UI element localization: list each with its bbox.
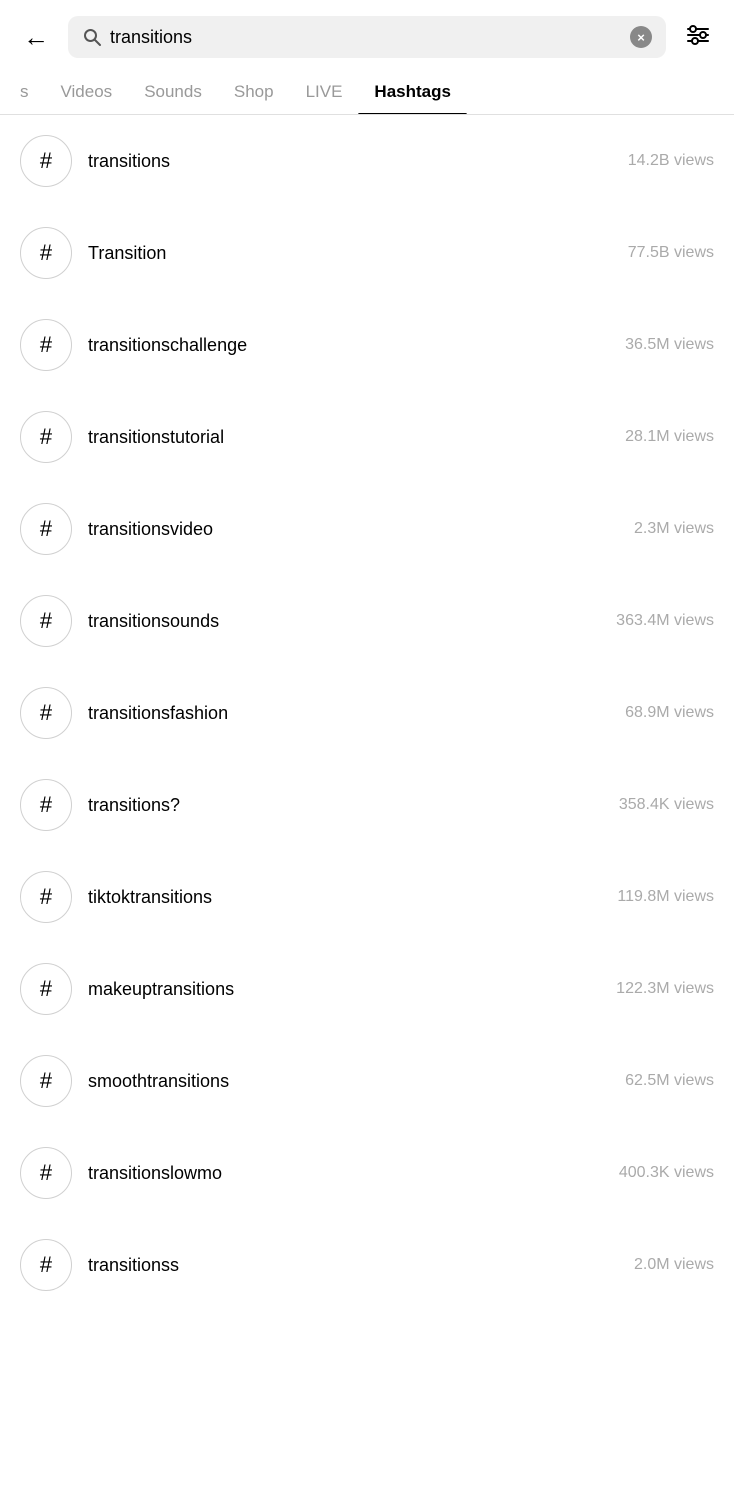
tab-bar: s Videos Sounds Shop LIVE Hashtags <box>0 70 734 115</box>
hash-symbol: # <box>40 516 52 542</box>
hashtag-icon-wrap: # <box>20 779 72 831</box>
header: ← × <box>0 0 734 70</box>
hashtag-views: 2.3M views <box>634 520 714 538</box>
clear-icon: × <box>637 31 645 44</box>
hashtag-list-item[interactable]: # transitionschallenge 36.5M views <box>0 299 734 391</box>
hashtag-name: transitions <box>88 151 628 172</box>
hashtag-name: transitionschallenge <box>88 335 625 356</box>
hashtag-name: transitionsounds <box>88 611 616 632</box>
hash-symbol: # <box>40 1160 52 1186</box>
hashtag-list-item[interactable]: # tiktoktransitions 119.8M views <box>0 851 734 943</box>
hashtag-views: 28.1M views <box>625 428 714 446</box>
hashtag-name: smoothtransitions <box>88 1071 625 1092</box>
hashtag-list-item[interactable]: # smoothtransitions 62.5M views <box>0 1035 734 1127</box>
hash-symbol: # <box>40 608 52 634</box>
hashtag-views: 400.3K views <box>619 1164 714 1182</box>
hashtag-name: makeuptransitions <box>88 979 616 1000</box>
hashtag-list-item[interactable]: # transitionss 2.0M views <box>0 1219 734 1311</box>
hashtag-icon-wrap: # <box>20 411 72 463</box>
hashtag-icon-wrap: # <box>20 687 72 739</box>
search-bar: × <box>68 16 666 58</box>
hashtag-name: transitionsvideo <box>88 519 634 540</box>
hashtag-icon-wrap: # <box>20 595 72 647</box>
hashtag-views: 36.5M views <box>625 336 714 354</box>
hashtag-icon-wrap: # <box>20 1055 72 1107</box>
hashtag-views: 77.5B views <box>628 244 714 262</box>
hash-symbol: # <box>40 700 52 726</box>
hashtag-name: transitions? <box>88 795 619 816</box>
hashtag-name: tiktoktransitions <box>88 887 617 908</box>
hashtag-icon-wrap: # <box>20 503 72 555</box>
hash-symbol: # <box>40 1068 52 1094</box>
filter-button[interactable] <box>678 17 718 57</box>
hashtag-views: 14.2B views <box>628 152 714 170</box>
tab-shop[interactable]: Shop <box>218 70 290 114</box>
hashtag-icon-wrap: # <box>20 227 72 279</box>
hashtag-list-item[interactable]: # transitionsfashion 68.9M views <box>0 667 734 759</box>
back-arrow-icon: ← <box>23 24 49 50</box>
hashtag-list-item[interactable]: # transitionsvideo 2.3M views <box>0 483 734 575</box>
hashtag-views: 68.9M views <box>625 704 714 722</box>
hash-symbol: # <box>40 1252 52 1278</box>
hash-symbol: # <box>40 424 52 450</box>
hash-symbol: # <box>40 792 52 818</box>
hashtag-list-item[interactable]: # transitionslowmo 400.3K views <box>0 1127 734 1219</box>
hashtag-list-item[interactable]: # transitions 14.2B views <box>0 115 734 207</box>
filter-sliders-icon <box>685 22 711 53</box>
hashtag-views: 358.4K views <box>619 796 714 814</box>
search-input[interactable] <box>110 27 622 48</box>
hashtag-views: 2.0M views <box>634 1256 714 1274</box>
clear-button[interactable]: × <box>630 26 652 48</box>
hashtag-list-item[interactable]: # makeuptransitions 122.3M views <box>0 943 734 1035</box>
hashtag-icon-wrap: # <box>20 871 72 923</box>
hashtag-name: transitionstutorial <box>88 427 625 448</box>
hashtag-views: 363.4M views <box>616 612 714 630</box>
hashtag-name: transitionsfashion <box>88 703 625 724</box>
hashtag-views: 122.3M views <box>616 980 714 998</box>
back-button[interactable]: ← <box>16 17 56 57</box>
hash-symbol: # <box>40 884 52 910</box>
hashtag-list-item[interactable]: # transitionsounds 363.4M views <box>0 575 734 667</box>
tab-videos[interactable]: Videos <box>45 70 129 114</box>
hashtag-list: # transitions 14.2B views # Transition 7… <box>0 115 734 1311</box>
hashtag-list-item[interactable]: # transitionstutorial 28.1M views <box>0 391 734 483</box>
hashtag-name: Transition <box>88 243 628 264</box>
search-icon <box>82 27 102 47</box>
hash-symbol: # <box>40 976 52 1002</box>
hashtag-views: 119.8M views <box>617 888 714 906</box>
hashtag-list-item[interactable]: # transitions? 358.4K views <box>0 759 734 851</box>
hashtag-icon-wrap: # <box>20 963 72 1015</box>
hashtag-name: transitionss <box>88 1255 634 1276</box>
hashtag-views: 62.5M views <box>625 1072 714 1090</box>
hashtag-icon-wrap: # <box>20 1147 72 1199</box>
hashtag-icon-wrap: # <box>20 135 72 187</box>
tab-sounds[interactable]: Sounds <box>128 70 218 114</box>
tab-hashtags[interactable]: Hashtags <box>358 70 467 114</box>
tab-top[interactable]: s <box>4 70 45 114</box>
hash-symbol: # <box>40 148 52 174</box>
hash-symbol: # <box>40 240 52 266</box>
hashtag-icon-wrap: # <box>20 319 72 371</box>
hashtag-list-item[interactable]: # Transition 77.5B views <box>0 207 734 299</box>
hash-symbol: # <box>40 332 52 358</box>
hashtag-icon-wrap: # <box>20 1239 72 1291</box>
hashtag-name: transitionslowmo <box>88 1163 619 1184</box>
tab-live[interactable]: LIVE <box>290 70 359 114</box>
